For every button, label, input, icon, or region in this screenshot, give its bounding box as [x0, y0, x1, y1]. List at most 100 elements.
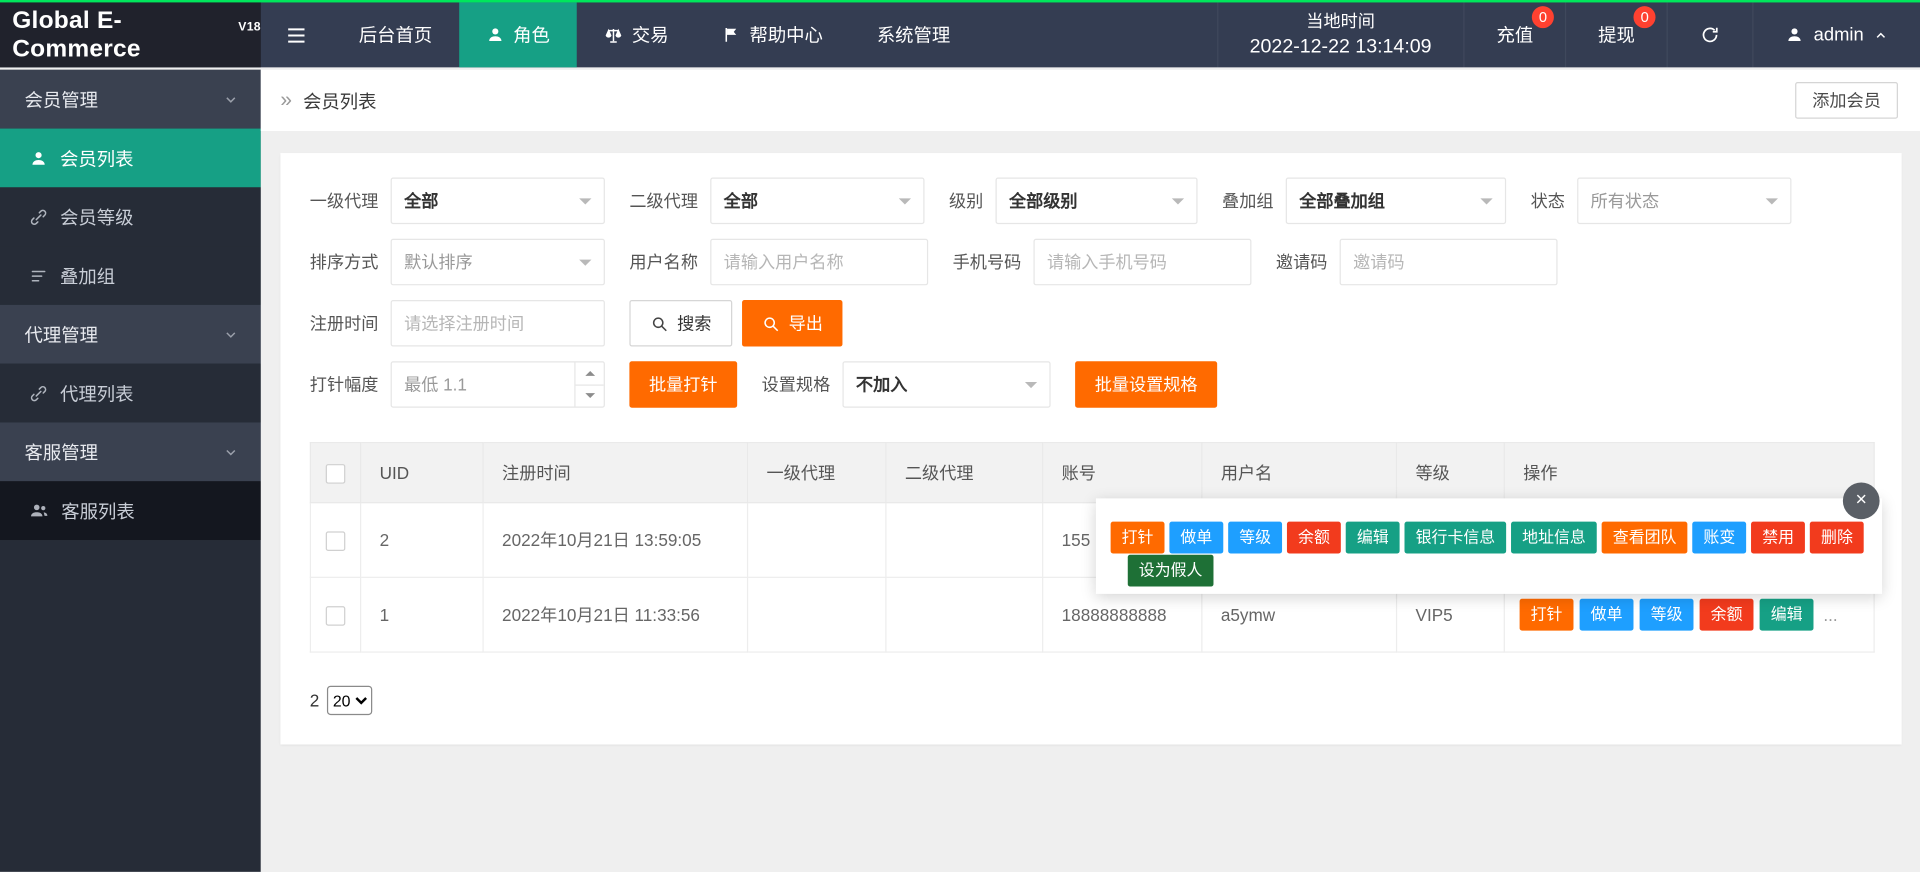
op-order-button[interactable]: 做单 [1580, 599, 1634, 631]
nav-help-center[interactable]: 帮助中心 [696, 2, 850, 67]
agent2-select-value: 全部 [724, 189, 758, 213]
invite-code-input[interactable] [1340, 239, 1558, 286]
cell-agent2 [886, 577, 1043, 652]
sidebar-item-member-list[interactable]: 会员列表 [0, 129, 261, 188]
spec-select-value: 不加入 [856, 372, 907, 396]
level-select-value: 全部级别 [1009, 189, 1078, 213]
sort-select-value: 默认排序 [404, 250, 473, 274]
popup-edit-button[interactable]: 编辑 [1346, 522, 1400, 554]
nav-dashboard[interactable]: 后台首页 [332, 2, 459, 67]
row-checkbox[interactable] [326, 606, 346, 626]
popup-disable-button[interactable]: 禁用 [1751, 522, 1805, 554]
reg-time-input[interactable] [391, 300, 605, 347]
sidebar-item-overlay-group[interactable]: 叠加组 [0, 246, 261, 305]
inject-range-input[interactable] [404, 375, 567, 395]
spec-select[interactable]: 不加入 [842, 361, 1050, 408]
person-icon [29, 149, 47, 167]
app-logo-version: V18 [238, 21, 261, 34]
sidebar-item-agent-list[interactable]: 代理列表 [0, 364, 261, 423]
filter-row-1: 一级代理 全部 二级代理 全部 级别 全部级别 叠加组 全部叠加组 状态 所 [310, 178, 1874, 225]
batch-spec-button[interactable]: 批量设置规格 [1075, 361, 1217, 408]
popup-view-team-button[interactable]: 查看团队 [1602, 522, 1688, 554]
sidebar-group-member-management[interactable]: 会员管理 [0, 70, 261, 129]
user-name: admin [1814, 24, 1864, 45]
app-logo-text: Global E-Commerce [12, 7, 234, 63]
filter-invite-code-label: 邀请码 [1276, 250, 1327, 274]
withdraw-button[interactable]: 提现 0 [1565, 2, 1667, 67]
add-member-button[interactable]: 添加会员 [1795, 82, 1898, 119]
person-icon [486, 26, 504, 44]
op-balance-button[interactable]: 余额 [1700, 599, 1754, 631]
breadcrumb-arrow-icon: » [280, 88, 292, 112]
pagination: 2 20 [310, 686, 1874, 715]
nav-trade[interactable]: 交易 [577, 2, 696, 67]
popup-set-fake-button[interactable]: 设为假人 [1128, 555, 1214, 587]
nav-roles[interactable]: 角色 [459, 2, 577, 67]
nav-system[interactable]: 系统管理 [850, 2, 977, 67]
agent2-select[interactable]: 全部 [710, 178, 924, 225]
popup-level-button[interactable]: 等级 [1228, 522, 1282, 554]
filter-row-2: 排序方式 默认排序 用户名称 手机号码 邀请码 [310, 239, 1874, 286]
recharge-badge: 0 [1532, 6, 1554, 28]
cell-uid: 2 [361, 503, 483, 578]
withdraw-label: 提现 [1598, 22, 1635, 48]
menu-toggle-icon[interactable] [261, 2, 332, 67]
popup-inject-button[interactable]: 打针 [1111, 522, 1165, 554]
op-inject-button[interactable]: 打针 [1520, 599, 1574, 631]
search-button[interactable]: 搜索 [629, 300, 732, 347]
agent1-select-value: 全部 [404, 189, 438, 213]
filter-level: 级别 全部级别 [949, 178, 1198, 225]
username-input[interactable] [710, 239, 928, 286]
filter-row-3: 注册时间 搜索 导出 [310, 300, 1874, 347]
sort-select[interactable]: 默认排序 [391, 239, 605, 286]
close-icon[interactable]: × [1843, 482, 1880, 519]
phone-input[interactable] [1033, 239, 1251, 286]
batch-inject-button[interactable]: 批量打针 [629, 361, 737, 408]
cell-reg-time: 2022年10月21日 11:33:56 [483, 577, 747, 652]
nav-roles-label: 角色 [513, 22, 550, 48]
popup-order-button[interactable]: 做单 [1169, 522, 1223, 554]
popup-bankcard-button[interactable]: 银行卡信息 [1405, 522, 1507, 554]
main-content: » 会员列表 添加会员 一级代理 全部 二级代理 全部 级别 全部级别 [261, 70, 1920, 872]
status-select[interactable]: 所有状态 [1577, 178, 1791, 225]
select-all-checkbox[interactable] [326, 464, 346, 484]
col-header-agent2: 二级代理 [886, 443, 1043, 503]
sidebar-item-member-level[interactable]: 会员等级 [0, 187, 261, 246]
ops-more-indicator[interactable]: ... [1823, 605, 1837, 625]
row-checkbox[interactable] [326, 531, 346, 551]
agent1-select[interactable]: 全部 [391, 178, 605, 225]
refresh-button[interactable] [1667, 2, 1753, 67]
filter-status: 状态 所有状态 [1531, 178, 1792, 225]
inject-range-stepper[interactable] [391, 361, 605, 408]
nav-trade-label: 交易 [632, 22, 669, 48]
col-header-account: 账号 [1043, 443, 1202, 503]
op-edit-button[interactable]: 编辑 [1760, 599, 1814, 631]
overlay-group-select[interactable]: 全部叠加组 [1286, 178, 1506, 225]
popup-delete-button[interactable]: 删除 [1810, 522, 1864, 554]
search-icon [762, 314, 780, 332]
refresh-icon [1700, 24, 1721, 45]
level-select[interactable]: 全部级别 [996, 178, 1198, 225]
spinner-up-icon[interactable] [576, 362, 604, 385]
search-icon [650, 314, 668, 332]
recharge-button[interactable]: 充值 0 [1463, 2, 1565, 67]
sidebar-group-agent-management[interactable]: 代理管理 [0, 305, 261, 364]
user-menu[interactable]: admin [1752, 2, 1920, 67]
users-icon [29, 501, 49, 521]
popup-balance-button[interactable]: 余额 [1287, 522, 1341, 554]
sidebar-item-label: 代理列表 [60, 380, 133, 406]
filter-overlay-group: 叠加组 全部叠加组 [1222, 178, 1506, 225]
op-level-button[interactable]: 等级 [1640, 599, 1694, 631]
sidebar-item-service-list[interactable]: 客服列表 [0, 481, 261, 540]
export-button[interactable]: 导出 [742, 300, 842, 347]
nav-help-center-label: 帮助中心 [749, 22, 822, 48]
breadcrumb-bar: » 会员列表 添加会员 [261, 70, 1920, 131]
spinner-down-icon[interactable] [576, 385, 604, 406]
filter-inject-range-label: 打针幅度 [310, 372, 379, 396]
sidebar-group-service-management[interactable]: 客服管理 [0, 422, 261, 481]
popup-account-change-button[interactable]: 账变 [1692, 522, 1746, 554]
search-button-label: 搜索 [677, 311, 711, 335]
page-size-select[interactable]: 20 [327, 686, 372, 715]
popup-address-button[interactable]: 地址信息 [1511, 522, 1597, 554]
filter-username: 用户名称 [629, 239, 928, 286]
